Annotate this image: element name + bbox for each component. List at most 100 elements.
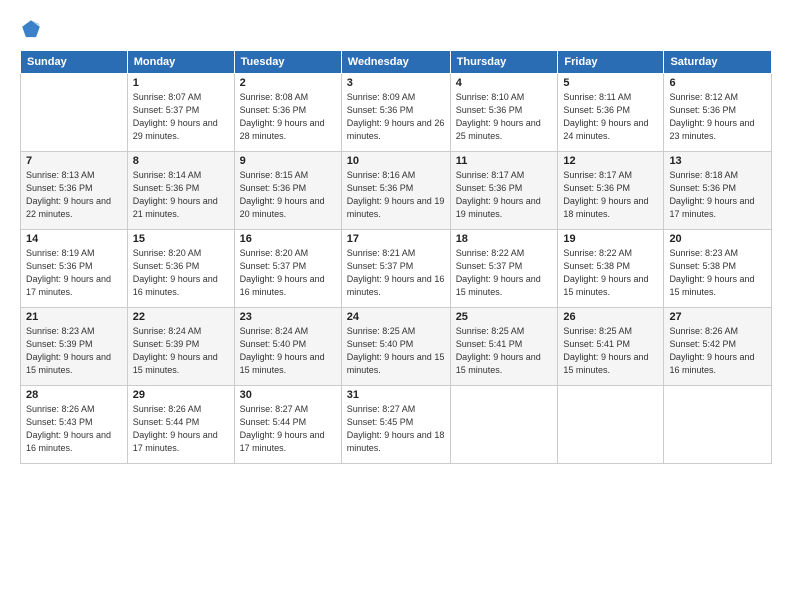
day-cell: 27 Sunrise: 8:26 AMSunset: 5:42 PMDayligh… — [664, 308, 772, 386]
sunrise-text: Sunrise: 8:26 AM — [669, 326, 738, 336]
daylight-text: Daylight: 9 hours and 15 minutes. — [347, 352, 445, 375]
sunset-text: Sunset: 5:43 PM — [26, 417, 93, 427]
col-header-friday: Friday — [558, 51, 664, 74]
day-cell: 11Sunrise: 8:17 AMSunset: 5:36 PMDayligh… — [450, 152, 558, 230]
sunset-text: Sunset: 5:36 PM — [347, 183, 414, 193]
sunset-text: Sunset: 5:41 PM — [563, 339, 630, 349]
daylight-text: Daylight: 9 hours and 18 minutes. — [563, 196, 648, 219]
day-number: 28 — [26, 389, 122, 401]
daylight-text: Daylight: 9 hours and 17 minutes. — [26, 274, 111, 297]
day-number: 20 — [669, 233, 766, 245]
col-header-monday: Monday — [127, 51, 234, 74]
day-info: Sunrise: 8:25 AMSunset: 5:40 PMDaylight:… — [347, 325, 445, 377]
col-header-wednesday: Wednesday — [341, 51, 450, 74]
daylight-text: Daylight: 9 hours and 28 minutes. — [240, 118, 325, 141]
sunset-text: Sunset: 5:38 PM — [669, 261, 736, 271]
day-cell: 19Sunrise: 8:22 AMSunset: 5:38 PMDayligh… — [558, 230, 664, 308]
day-info: Sunrise: 8:27 AMSunset: 5:44 PMDaylight:… — [240, 403, 336, 455]
day-info: Sunrise: 8:11 AM Sunset: 5:36 PM Daylight:… — [563, 91, 658, 143]
day-cell: 12Sunrise: 8:17 AMSunset: 5:36 PMDayligh… — [558, 152, 664, 230]
sunset-text: Sunset: 5:36 PM — [563, 105, 630, 115]
day-cell: 20Sunrise: 8:23 AMSunset: 5:38 PMDayligh… — [664, 230, 772, 308]
daylight-text: Daylight: 9 hours and 22 minutes. — [26, 196, 111, 219]
sunset-text: Sunset: 5:36 PM — [456, 105, 523, 115]
sunrise-text: Sunrise: 8:23 AM — [26, 326, 95, 336]
day-number: 2 — [240, 77, 336, 89]
day-cell: 29Sunrise: 8:26 AMSunset: 5:44 PMDayligh… — [127, 386, 234, 464]
day-cell: 24 Sunrise: 8:25 AMSunset: 5:40 PMDayligh… — [341, 308, 450, 386]
day-info: Sunrise: 8:10 AMSunset: 5:36 PMDaylight:… — [456, 91, 553, 143]
day-number: 22 — [133, 311, 229, 323]
day-number: 17 — [347, 233, 445, 245]
sunset-text: Sunset: 5:36 PM — [347, 105, 414, 115]
day-number: 29 — [133, 389, 229, 401]
day-number: 23 — [240, 311, 336, 323]
day-info: Sunrise: 8:27 AMSunset: 5:45 PMDaylight:… — [347, 403, 445, 455]
daylight-text: Daylight: 9 hours and 15 minutes. — [240, 352, 325, 375]
sunset-text: Sunset: 5:44 PM — [240, 417, 307, 427]
day-number: 26 — [563, 311, 658, 323]
day-cell: 7Sunrise: 8:13 AMSunset: 5:36 PMDaylight… — [21, 152, 128, 230]
day-number: 1 — [133, 77, 229, 89]
day-number: 9 — [240, 155, 336, 167]
sunset-text: Sunset: 5:36 PM — [240, 105, 307, 115]
sunrise-text: Sunrise: 8:11 AM — [563, 92, 631, 102]
day-cell: 30Sunrise: 8:27 AMSunset: 5:44 PMDayligh… — [234, 386, 341, 464]
day-info: Sunrise: 8:22 AMSunset: 5:37 PMDaylight:… — [456, 247, 553, 299]
day-info: Sunrise: 8:15 AMSunset: 5:36 PMDaylight:… — [240, 169, 336, 221]
daylight-text: Daylight: 9 hours and 18 minutes. — [347, 430, 445, 453]
calendar-table: SundayMondayTuesdayWednesdayThursdayFrid… — [20, 50, 772, 464]
week-row-2: 7Sunrise: 8:13 AMSunset: 5:36 PMDaylight… — [21, 152, 772, 230]
daylight-text: Daylight: 9 hours and 15 minutes. — [456, 352, 541, 375]
week-row-1: 1Sunrise: 8:07 AMSunset: 5:37 PMDaylight… — [21, 74, 772, 152]
sunrise-text: Sunrise: 8:12 AM — [669, 92, 738, 102]
sunset-text: Sunset: 5:37 PM — [347, 261, 414, 271]
day-cell: 14Sunrise: 8:19 AMSunset: 5:36 PMDayligh… — [21, 230, 128, 308]
day-number: 25 — [456, 311, 553, 323]
daylight-text: Daylight: 9 hours and 15 minutes. — [563, 352, 648, 375]
day-number: 3 — [347, 77, 445, 89]
day-cell: 22Sunrise: 8:24 AMSunset: 5:39 PMDayligh… — [127, 308, 234, 386]
day-cell — [664, 386, 772, 464]
sunset-text: Sunset: 5:36 PM — [669, 105, 736, 115]
day-cell: 10Sunrise: 8:16 AMSunset: 5:36 PMDayligh… — [341, 152, 450, 230]
sunrise-text: Sunrise: 8:20 AM — [240, 248, 309, 258]
day-number: 27 — [669, 311, 766, 323]
day-info: Sunrise: 8:09 AMSunset: 5:36 PMDaylight:… — [347, 91, 445, 143]
sunrise-text: Sunrise: 8:09 AM — [347, 92, 416, 102]
week-row-3: 14Sunrise: 8:19 AMSunset: 5:36 PMDayligh… — [21, 230, 772, 308]
daylight-text: Daylight: 9 hours and 23 minutes. — [669, 118, 754, 141]
day-info: Sunrise: 8:26 AMSunset: 5:42 PMDaylight:… — [669, 325, 766, 377]
sunrise-text: Sunrise: 8:26 AM — [133, 404, 202, 414]
day-cell: 15Sunrise: 8:20 AMSunset: 5:36 PMDayligh… — [127, 230, 234, 308]
day-number: 24 — [347, 311, 445, 323]
sunset-text: Sunset: 5:44 PM — [133, 417, 200, 427]
sunrise-text: Sunrise: 8:19 AM — [26, 248, 95, 258]
sunrise-text: Sunrise: 8:27 AM — [240, 404, 309, 414]
sunrise-text: Sunrise: 8:23 AM — [669, 248, 738, 258]
daylight-text: Daylight: 9 hours and 24 minutes. — [563, 118, 648, 141]
sunset-text: Sunset: 5:36 PM — [456, 183, 523, 193]
day-cell: 2 Sunrise: 8:08 AM Sunset: 5:36 PM Daylight… — [234, 74, 341, 152]
day-info: Sunrise: 8:23 AMSunset: 5:38 PMDaylight:… — [669, 247, 766, 299]
sunset-text: Sunset: 5:39 PM — [133, 339, 200, 349]
sunrise-text: Sunrise: 8:08 AM — [240, 92, 309, 102]
day-info: Sunrise: 8:24 AMSunset: 5:40 PMDaylight:… — [240, 325, 336, 377]
sunrise-text: Sunrise: 8:26 AM — [26, 404, 95, 414]
day-number: 4 — [456, 77, 553, 89]
day-info: Sunrise: 8:13 AMSunset: 5:36 PMDaylight:… — [26, 169, 122, 221]
header — [20, 18, 772, 40]
day-info: Sunrise: 8:21 AMSunset: 5:37 PMDaylight:… — [347, 247, 445, 299]
daylight-text: Daylight: 9 hours and 15 minutes. — [563, 274, 648, 297]
sunrise-text: Sunrise: 8:18 AM — [669, 170, 738, 180]
sunset-text: Sunset: 5:40 PM — [347, 339, 414, 349]
day-number: 18 — [456, 233, 553, 245]
sunrise-text: Sunrise: 8:15 AM — [240, 170, 309, 180]
day-cell: 25 Sunrise: 8:25 AMSunset: 5:41 PMDayligh… — [450, 308, 558, 386]
day-info: Sunrise: 8:25 AMSunset: 5:41 PMDaylight:… — [456, 325, 553, 377]
day-cell: 1Sunrise: 8:07 AMSunset: 5:37 PMDaylight… — [127, 74, 234, 152]
day-number: 12 — [563, 155, 658, 167]
day-cell: 5Sunrise: 8:11 AMSunset: 5:36 PMDaylight… — [558, 74, 664, 152]
day-info: Sunrise: 8:22 AMSunset: 5:38 PMDaylight:… — [563, 247, 658, 299]
daylight-text: Daylight: 9 hours and 15 minutes. — [26, 352, 111, 375]
